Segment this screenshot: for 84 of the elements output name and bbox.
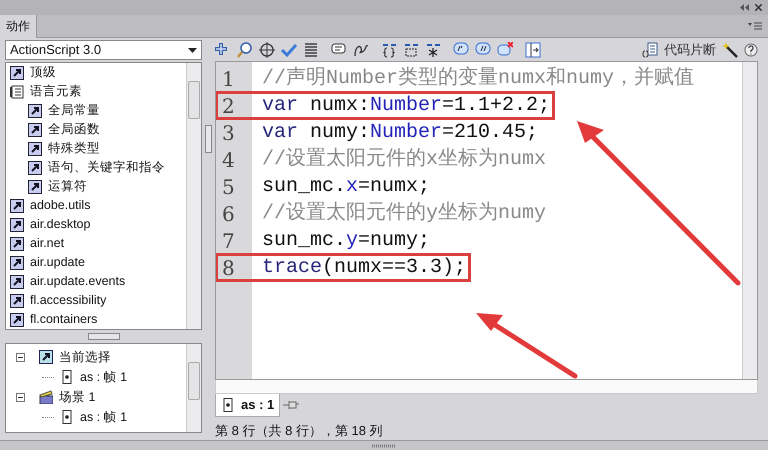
scrollbar[interactable] (186, 344, 201, 432)
crosshair-icon[interactable] (259, 42, 275, 58)
class-icon (10, 218, 24, 232)
code-line: //声明Number类型的变量numx和numy，并赋值 (261, 65, 694, 92)
dropdown-caret-icon (188, 48, 197, 52)
toolbox-subitem[interactable]: 特殊类型 (48, 139, 100, 158)
check-icon[interactable] (281, 42, 297, 58)
toolbox-item[interactable]: air.desktop (30, 215, 90, 234)
clapperboard-icon (39, 390, 53, 404)
class-icon (10, 294, 24, 308)
script-file-icon (221, 398, 235, 412)
code-line: var numx:Number=1.1+2.2; (261, 92, 550, 119)
horizontal-scrollbar[interactable] (215, 380, 758, 394)
grip-icon[interactable] (372, 444, 396, 448)
code-line: trace(numx==3.3); (261, 254, 466, 281)
panel-menu-icon[interactable] (748, 22, 762, 30)
class-icon (39, 350, 53, 364)
class-icon (10, 66, 24, 80)
script-file-icon (60, 370, 74, 384)
class-icon (28, 122, 42, 136)
book-icon (10, 84, 24, 98)
class-icon (28, 104, 42, 118)
toolbox-item[interactable]: 顶级 (30, 63, 56, 82)
panel-toggle-icon[interactable] (525, 42, 541, 58)
line-number: 3 (221, 120, 236, 147)
toolbox-subitem[interactable]: 运算符 (48, 177, 87, 196)
asterisk-icon[interactable] (425, 42, 441, 58)
toolbox-item[interactable]: fl.accessibility (30, 291, 106, 310)
scrollbar[interactable] (186, 63, 201, 329)
search-icon[interactable] (237, 42, 253, 58)
class-icon (10, 236, 24, 250)
code-line: sun_mc.y=numy; (261, 228, 430, 254)
lines-icon[interactable] (303, 42, 319, 58)
expand-toggle[interactable] (16, 392, 25, 402)
toolbox-item[interactable]: 语言元素 (30, 82, 82, 101)
braces-icon[interactable] (381, 42, 397, 58)
navigator-item[interactable]: 场景 1 (59, 388, 96, 406)
toolbox-subitem[interactable]: 全局函数 (48, 120, 100, 139)
comment-remove-icon[interactable] (497, 42, 513, 58)
navigator-item[interactable]: as : 帧 1 (80, 408, 128, 426)
line-number: 8 (221, 254, 236, 282)
script-tab[interactable]: as : 1 (215, 394, 280, 416)
toolbox-item[interactable]: adobe.utils (30, 196, 90, 215)
toolbox-subitem[interactable]: 全局常量 (48, 101, 100, 120)
dashed-box-icon[interactable] (403, 42, 419, 58)
language-dropdown[interactable]: ActionScript 3.0 (5, 40, 202, 60)
navigator-item[interactable]: 当前选择 (59, 348, 111, 366)
toolbox-item[interactable]: air.net (30, 234, 64, 253)
code-line: var numy:Number=210.45; (261, 120, 538, 146)
class-icon (10, 274, 24, 288)
code-line: //设置太阳元件的x坐标为numx (261, 146, 546, 173)
status-text: 第 8 行（共 8 行），第 18 列 (215, 422, 384, 440)
line-number: 5 (221, 174, 236, 201)
line-number: 1 (221, 66, 236, 93)
close-icon[interactable] (755, 4, 762, 11)
line-number: 6 (221, 200, 236, 228)
class-icon (10, 198, 24, 212)
navigator-item[interactable]: as : 帧 1 (80, 368, 128, 386)
line-number: 4 (221, 146, 236, 174)
class-icon (28, 180, 42, 194)
pin-icon[interactable] (283, 399, 300, 412)
class-icon (10, 312, 24, 326)
scrollbar[interactable] (742, 62, 757, 380)
class-icon (28, 160, 42, 174)
panel-tab[interactable]: 动作 (0, 14, 37, 38)
splitter-handle[interactable] (88, 333, 120, 340)
toolbox-item[interactable]: air.update.events (30, 272, 126, 291)
line-number: 7 (221, 228, 236, 255)
collapse-icon[interactable] (740, 4, 749, 11)
magic-wand-icon[interactable] (722, 42, 738, 58)
class-icon (10, 256, 24, 270)
toolbox-item[interactable]: fl.containers (30, 310, 98, 329)
line-number: 2 (221, 92, 236, 120)
toolbox-subitem[interactable]: 语句、关键字和指令 (48, 158, 165, 177)
code-line: sun_mc.x=numx; (261, 174, 430, 200)
toolbox-item[interactable]: air.update (30, 253, 85, 272)
code-snippets-button[interactable]: 代码片断 (664, 40, 716, 60)
class-icon (28, 142, 42, 156)
expand-toggle[interactable] (16, 352, 25, 362)
script-file-icon (60, 410, 74, 424)
code-line: //设置太阳元件的y坐标为numy (261, 200, 546, 227)
help-icon[interactable] (744, 42, 758, 57)
snippet-icon[interactable] (642, 42, 658, 58)
collapse-handle[interactable] (205, 125, 212, 153)
